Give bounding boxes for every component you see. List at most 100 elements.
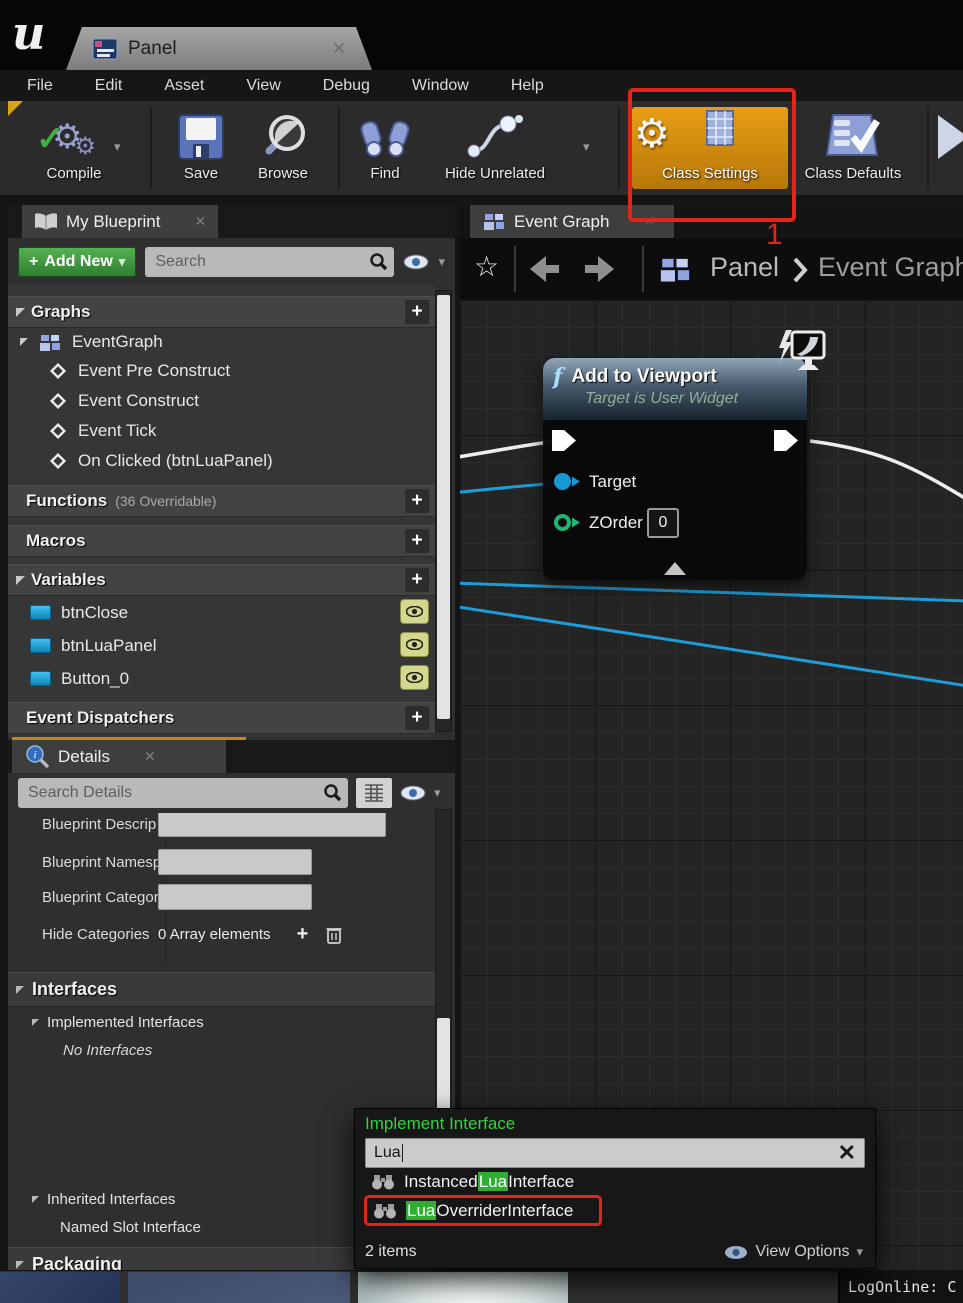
interface-option-luaoverriderinterface[interactable]: LuaOverriderInterface xyxy=(367,1198,599,1223)
add-graph-button[interactable]: + xyxy=(405,300,429,324)
visibility-caret[interactable]: ▾ xyxy=(434,785,441,801)
forward-arrow-icon[interactable] xyxy=(582,254,618,284)
node-add-to-viewport[interactable]: f Add to Viewport Target is User Widget xyxy=(543,358,807,580)
interfaces-category-header[interactable]: Interfaces xyxy=(8,972,435,1007)
visibility-caret[interactable]: ▾ xyxy=(438,254,445,270)
compile-button[interactable]: ⚙ ⚙ ✓ Compile xyxy=(24,109,124,182)
tree-item-event[interactable]: Event Pre Construct xyxy=(8,356,435,386)
tree-item-event[interactable]: Event Tick xyxy=(8,416,435,446)
close-icon[interactable]: ✕ xyxy=(332,39,346,59)
class-defaults-button[interactable]: Class Defaults xyxy=(794,109,912,182)
implemented-interfaces-header[interactable]: Implemented Interfaces xyxy=(32,1014,204,1031)
add-array-element-button[interactable]: + xyxy=(297,923,309,946)
favorite-star-icon[interactable]: ☆ xyxy=(474,250,499,283)
add-event-dispatcher-button[interactable]: + xyxy=(405,706,429,730)
asset-thumbnail[interactable] xyxy=(0,1272,120,1303)
scrollbar[interactable] xyxy=(435,290,452,732)
expander-icon[interactable] xyxy=(32,1019,39,1026)
zorder-pin[interactable] xyxy=(553,513,581,532)
browse-button[interactable]: Browse xyxy=(242,109,324,182)
variable-row[interactable]: btnClose xyxy=(8,596,435,629)
expander-icon[interactable] xyxy=(16,576,25,585)
node-header[interactable]: f Add to Viewport Target is User Widget xyxy=(543,358,807,420)
tab-details[interactable]: i Details ✕ xyxy=(12,740,226,773)
menu-debug[interactable]: Debug xyxy=(302,77,391,95)
back-arrow-icon[interactable] xyxy=(526,254,562,284)
node-collapse-arrow[interactable] xyxy=(664,562,686,575)
hide-unrelated-button[interactable]: Hide Unrelated xyxy=(428,109,562,182)
add-function-button[interactable]: + xyxy=(405,489,429,513)
exec-in-pin[interactable] xyxy=(551,429,577,452)
interface-option-instancedluainterface[interactable]: InstancedLuaInterface xyxy=(365,1168,865,1195)
tree-item-event[interactable]: On Clicked (btnLuaPanel) xyxy=(8,446,435,476)
blueprint-search-input[interactable] xyxy=(145,253,394,271)
asset-thumbnail[interactable] xyxy=(128,1272,350,1303)
close-icon[interactable]: ✕ xyxy=(194,213,206,230)
variables-section-header[interactable]: Variables + xyxy=(8,564,435,596)
tab-my-blueprint[interactable]: My Blueprint ✕ xyxy=(22,205,218,238)
asset-thumbnail[interactable] xyxy=(358,1272,568,1303)
blueprint-namespace-field[interactable] xyxy=(158,849,312,875)
expander-icon[interactable] xyxy=(16,308,25,317)
target-pin[interactable] xyxy=(553,472,581,491)
exec-wire[interactable] xyxy=(460,441,556,458)
expander-icon[interactable] xyxy=(20,338,28,346)
variable-row[interactable]: btnLuaPanel xyxy=(8,629,435,662)
breadcrumb-current[interactable]: Event Graph xyxy=(818,252,963,283)
variable-row[interactable]: Button_0 xyxy=(8,662,435,695)
asset-tab-panel[interactable]: Panel ✕ xyxy=(66,27,372,70)
trash-icon[interactable] xyxy=(326,925,342,944)
inherited-interfaces-header[interactable]: Inherited Interfaces xyxy=(32,1191,175,1208)
blueprint-description-field[interactable] xyxy=(158,813,386,837)
property-row-namespace: Blueprint Namesp xyxy=(8,845,435,879)
add-new-button[interactable]: + Add New ▾ xyxy=(18,247,136,277)
menu-file[interactable]: File xyxy=(6,77,74,95)
visibility-eye-icon[interactable] xyxy=(403,254,429,270)
add-macro-button[interactable]: + xyxy=(405,529,429,553)
data-wire[interactable] xyxy=(460,583,963,601)
compile-options-caret[interactable]: ▾ xyxy=(114,139,121,155)
functions-section-header[interactable]: Functions (36 Overridable) + xyxy=(8,485,435,517)
find-button[interactable]: Find xyxy=(348,109,422,182)
close-icon[interactable]: ✕ xyxy=(144,748,156,765)
annotation-step-number: 1 xyxy=(766,218,783,252)
details-info-icon: i xyxy=(24,744,50,770)
expander-icon[interactable] xyxy=(16,986,24,994)
macros-section-header[interactable]: Macros + xyxy=(8,525,435,557)
breadcrumb-root[interactable]: Panel xyxy=(710,252,779,283)
plus-icon: + xyxy=(29,253,38,271)
clear-search-icon[interactable]: ✕ xyxy=(838,1142,856,1164)
expander-icon[interactable] xyxy=(16,1261,24,1269)
graphs-section-header[interactable]: Graphs + xyxy=(8,296,435,328)
add-variable-button[interactable]: + xyxy=(405,568,429,592)
save-button[interactable]: Save xyxy=(168,109,234,182)
property-matrix-button[interactable] xyxy=(356,778,392,808)
tree-item-eventgraph[interactable]: EventGraph xyxy=(8,328,435,356)
view-options-button[interactable]: View Options ▾ xyxy=(724,1243,863,1261)
event-dispatchers-section-header[interactable]: Event Dispatchers + xyxy=(8,702,435,734)
blueprint-category-field[interactable] xyxy=(158,884,312,910)
details-search-input[interactable] xyxy=(18,784,348,802)
menu-window[interactable]: Window xyxy=(391,77,490,95)
menu-edit[interactable]: Edit xyxy=(74,77,144,95)
data-wire[interactable] xyxy=(460,606,963,686)
expander-icon[interactable] xyxy=(32,1196,39,1203)
exec-wire[interactable] xyxy=(810,441,963,500)
menu-help[interactable]: Help xyxy=(490,77,565,95)
menu-view[interactable]: View xyxy=(225,77,301,95)
visibility-eye-icon[interactable] xyxy=(400,785,426,801)
play-icon[interactable] xyxy=(938,115,963,159)
variable-visibility-toggle[interactable] xyxy=(400,632,429,657)
exec-out-pin[interactable] xyxy=(773,429,799,452)
menu-asset[interactable]: Asset xyxy=(143,77,225,95)
tree-item-event[interactable]: Event Construct xyxy=(8,386,435,416)
close-icon[interactable]: ✕ xyxy=(643,213,655,230)
interface-search-input[interactable]: Lua ✕ xyxy=(365,1138,865,1168)
tab-event-graph[interactable]: Event Graph ✕ xyxy=(470,205,674,238)
hide-unrelated-caret[interactable]: ▾ xyxy=(583,139,590,155)
class-settings-button[interactable]: ⚙ Class Settings xyxy=(632,107,788,189)
zorder-value-input[interactable]: 0 xyxy=(647,508,679,538)
variable-visibility-toggle[interactable] xyxy=(400,599,429,624)
variable-visibility-toggle[interactable] xyxy=(400,665,429,690)
scrollbar-thumb[interactable] xyxy=(437,295,450,719)
